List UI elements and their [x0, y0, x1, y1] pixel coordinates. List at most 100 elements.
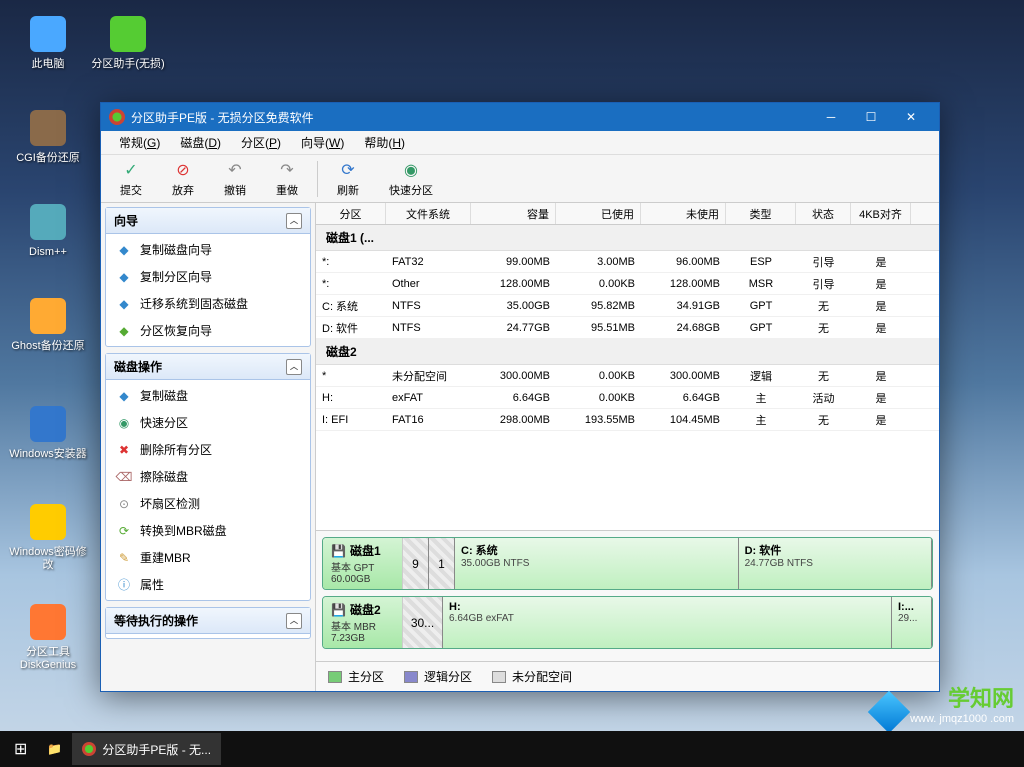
- desktop-icon-ghost-backup[interactable]: Ghost备份还原: [8, 296, 88, 353]
- partition-cell[interactable]: 30...: [403, 597, 443, 648]
- titlebar[interactable]: 分区助手PE版 - 无损分区免费软件 ─ ☐ ✕: [101, 103, 939, 131]
- panel-item[interactable]: ◆复制磁盘: [106, 382, 310, 409]
- file-explorer-button[interactable]: 📁: [37, 733, 72, 765]
- desktop-icon-partition-assistant[interactable]: 分区助手(无损): [88, 14, 168, 71]
- panel-item[interactable]: ◆复制分区向导: [106, 263, 310, 290]
- item-icon: ⌫: [116, 469, 132, 485]
- panel-item[interactable]: ✖删除所有分区: [106, 436, 310, 463]
- disk-info[interactable]: 💾磁盘1基本 GPT60.00GB: [323, 538, 403, 589]
- minimize-button[interactable]: ─: [811, 103, 851, 131]
- menu-帮助[interactable]: 帮助(H): [354, 131, 415, 154]
- column-header[interactable]: 文件系统: [386, 203, 471, 224]
- disk-icon: 💾: [331, 603, 346, 617]
- refresh-button[interactable]: ⟳刷新: [326, 157, 370, 201]
- item-label: 迁移系统到固态磁盘: [140, 295, 248, 312]
- partition-cell[interactable]: H:6.64GB exFAT: [443, 597, 892, 648]
- partition-cell[interactable]: 1: [429, 538, 455, 589]
- disk-group-header[interactable]: 磁盘2: [316, 339, 939, 365]
- panel-item[interactable]: ◆分区恢复向导: [106, 317, 310, 344]
- ghost-backup-icon: [28, 296, 68, 336]
- desktop-icon-windows-installer[interactable]: Windows安装器: [8, 404, 88, 461]
- table-row[interactable]: H:exFAT6.64GB0.00KB6.64GB主活动是: [316, 387, 939, 409]
- item-label: 坏扇区检测: [140, 495, 200, 512]
- desktop-icon-windows-password[interactable]: Windows密码修改: [8, 502, 88, 572]
- column-header[interactable]: 已使用: [556, 203, 641, 224]
- toolbar: ✓提交⊘放弃↶撤销↷重做 ⟳刷新◉快速分区: [101, 155, 939, 203]
- quick-partition-button[interactable]: ◉快速分区: [378, 157, 444, 201]
- collapse-icon[interactable]: ︿: [286, 213, 302, 229]
- maximize-button[interactable]: ☐: [851, 103, 891, 131]
- undo-button[interactable]: ↶撤销: [213, 157, 257, 201]
- item-label: 复制分区向导: [140, 268, 212, 285]
- table-row[interactable]: D: 软件NTFS24.77GB95.51MB24.68GBGPT无是: [316, 317, 939, 339]
- legend-swatch: [328, 671, 342, 683]
- panel-header[interactable]: 磁盘操作 ︿: [106, 354, 310, 380]
- column-header[interactable]: 分区: [316, 203, 386, 224]
- tool-label: 快速分区: [389, 182, 433, 198]
- column-header[interactable]: 未使用: [641, 203, 726, 224]
- table-row[interactable]: *:FAT3299.00MB3.00MB96.00MBESP引导是: [316, 251, 939, 273]
- column-header[interactable]: 4KB对齐: [851, 203, 911, 224]
- panel-item[interactable]: ⓘ属性: [106, 571, 310, 598]
- desktop-icon-dism[interactable]: Dism++: [8, 202, 88, 259]
- panel-header[interactable]: 向导 ︿: [106, 208, 310, 234]
- panel-header[interactable]: 等待执行的操作︿: [106, 608, 310, 634]
- commit-icon: ✓: [121, 160, 141, 180]
- partition-cell[interactable]: C: 系统35.00GB NTFS: [455, 538, 739, 589]
- desktop-icon-this-pc[interactable]: 此电脑: [8, 14, 88, 71]
- discard-button[interactable]: ⊘放弃: [161, 157, 205, 201]
- table-row[interactable]: *:Other128.00MB0.00KB128.00MBMSR引导是: [316, 273, 939, 295]
- menu-向导[interactable]: 向导(W): [291, 131, 354, 154]
- panel-item[interactable]: ⊙坏扇区检测: [106, 490, 310, 517]
- panel-title: 磁盘操作: [114, 358, 162, 375]
- menu-分区[interactable]: 分区(P): [231, 131, 291, 154]
- tool-label: 刷新: [337, 182, 359, 198]
- desktop-icon-cgi-backup[interactable]: CGI备份还原: [8, 108, 88, 165]
- disk-icon: 💾: [331, 544, 346, 558]
- menubar: 常规(G)磁盘(D)分区(P)向导(W)帮助(H): [101, 131, 939, 155]
- panel-2: 等待执行的操作︿: [105, 607, 311, 639]
- column-header[interactable]: 状态: [796, 203, 851, 224]
- commit-button[interactable]: ✓提交: [109, 157, 153, 201]
- this-pc-icon: [28, 14, 68, 54]
- item-label: 转换到MBR磁盘: [140, 522, 227, 539]
- table-row[interactable]: C: 系统NTFS35.00GB95.82MB34.91GBGPT无是: [316, 295, 939, 317]
- windows-installer-icon: [28, 404, 68, 444]
- column-header[interactable]: 容量: [471, 203, 556, 224]
- taskbar: ⊞ 📁 分区助手PE版 - 无...: [0, 731, 1024, 767]
- watermark-url: www. jmqz1000 .com: [910, 713, 1014, 725]
- legend-label: 逻辑分区: [424, 668, 472, 685]
- close-button[interactable]: ✕: [891, 103, 931, 131]
- panel-item[interactable]: ◉快速分区: [106, 409, 310, 436]
- column-header[interactable]: 类型: [726, 203, 796, 224]
- desktop-icon-diskgenius[interactable]: 分区工具DiskGenius: [8, 602, 88, 672]
- panel-item[interactable]: ◆复制磁盘向导: [106, 236, 310, 263]
- panel-item[interactable]: ⌫擦除磁盘: [106, 463, 310, 490]
- item-label: 重建MBR: [140, 549, 191, 566]
- partition-cell[interactable]: I:...29...: [892, 597, 932, 648]
- disk-group-header[interactable]: 磁盘1 (...: [316, 225, 939, 251]
- partition-cell[interactable]: 9: [403, 538, 429, 589]
- panel-item[interactable]: ⟳转换到MBR磁盘: [106, 517, 310, 544]
- taskbar-app-button[interactable]: 分区助手PE版 - 无...: [72, 733, 221, 765]
- disk-info[interactable]: 💾磁盘2基本 MBR7.23GB: [323, 597, 403, 648]
- item-icon: ◆: [116, 242, 132, 258]
- menu-磁盘[interactable]: 磁盘(D): [170, 131, 231, 154]
- item-label: 分区恢复向导: [140, 322, 212, 339]
- table-header: 分区文件系统容量已使用未使用类型状态4KB对齐: [316, 203, 939, 225]
- redo-button[interactable]: ↷重做: [265, 157, 309, 201]
- table-row[interactable]: I: EFIFAT16298.00MB193.55MB104.45MB主无是: [316, 409, 939, 431]
- partition-cell[interactable]: D: 软件24.77GB NTFS: [739, 538, 932, 589]
- collapse-icon[interactable]: ︿: [286, 613, 302, 629]
- collapse-icon[interactable]: ︿: [286, 359, 302, 375]
- table-row[interactable]: *未分配空间300.00MB0.00KB300.00MB逻辑无是: [316, 365, 939, 387]
- panel-item[interactable]: ✎重建MBR: [106, 544, 310, 571]
- legend-swatch: [404, 671, 418, 683]
- panel-title: 向导: [114, 212, 138, 229]
- diskgenius-icon: [28, 602, 68, 642]
- menu-常规[interactable]: 常规(G): [109, 131, 170, 154]
- start-button[interactable]: ⊞: [4, 733, 37, 765]
- discard-icon: ⊘: [173, 160, 193, 180]
- panel-item[interactable]: ◆迁移系统到固态磁盘: [106, 290, 310, 317]
- windows-password-icon: [28, 502, 68, 542]
